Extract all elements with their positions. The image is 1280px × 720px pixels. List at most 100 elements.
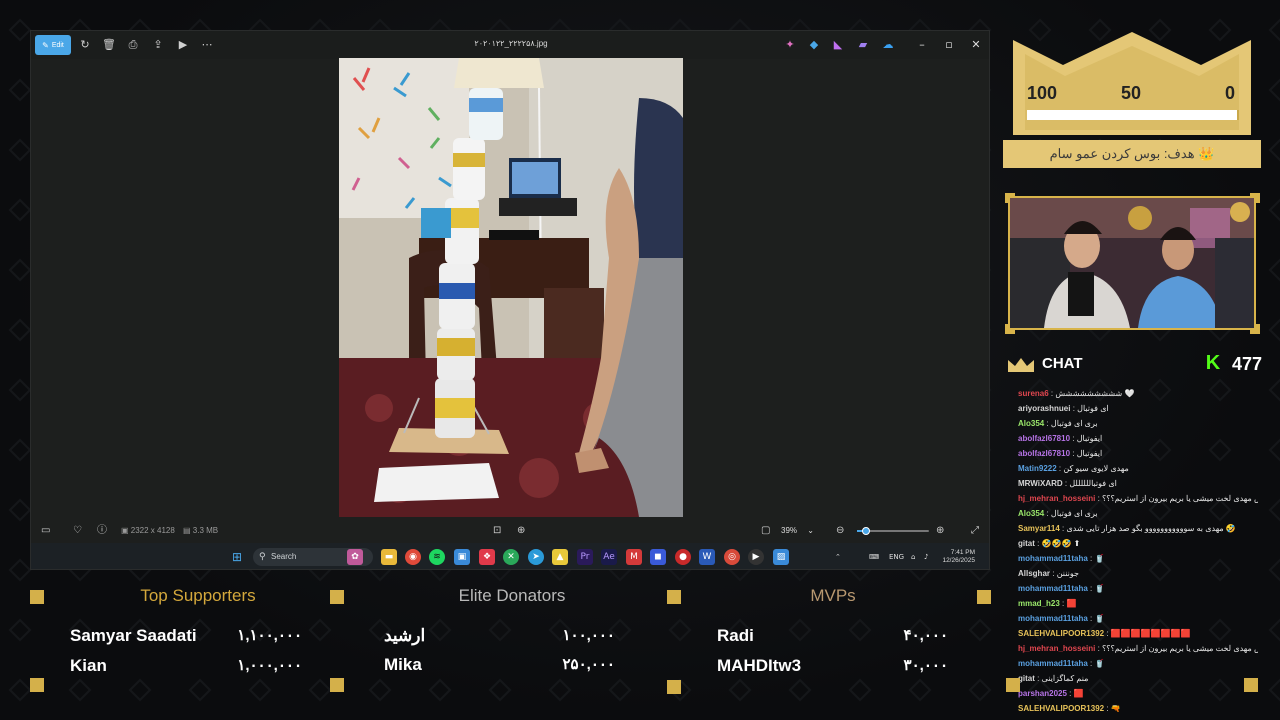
zoom-slider[interactable] [857, 527, 929, 535]
slideshow-icon[interactable]: ▶ [176, 38, 190, 52]
chat-text: بری ای فوتبال [1050, 419, 1098, 428]
telegram-icon[interactable]: ➤ [528, 549, 544, 565]
record-icon[interactable]: ● [675, 549, 691, 565]
designer-icon[interactable]: ◣ [831, 38, 845, 52]
windows-start-icon[interactable]: ⊞ [229, 549, 245, 565]
chat-username[interactable]: SALEHVALIPOOR1392 [1018, 629, 1104, 638]
chrome-alt-icon[interactable]: ◎ [724, 549, 740, 565]
chat-message: mohammad11taha : 🥤 [1018, 656, 1258, 671]
restyle-icon[interactable]: ▰ [856, 38, 870, 52]
copilot-icon[interactable]: ✦ [783, 38, 797, 52]
tray-chevron-icon[interactable]: ⌃ [835, 551, 841, 563]
chat-username[interactable]: parshan2025 [1018, 689, 1067, 698]
chat-separator: : [1034, 539, 1042, 548]
chat-message: Alo354 : بری ای فوتبال [1018, 506, 1258, 521]
edit-button[interactable]: ✎ Edit [35, 35, 71, 55]
chat-header: CHAT K 477 [1006, 352, 1262, 376]
chat-username[interactable]: mohammad11taha [1018, 659, 1088, 668]
chat-username[interactable]: abolfazl67810 [1018, 434, 1070, 443]
chat-text: 🟥 [1073, 689, 1084, 698]
chat-username[interactable]: surena6 [1018, 389, 1049, 398]
face-detect-icon[interactable]: ⊡ [493, 524, 501, 538]
panel-marker [667, 680, 681, 694]
zoom-in-icon[interactable]: ⊕ [936, 524, 944, 538]
share-icon[interactable]: ⇪ [151, 38, 165, 52]
chat-username[interactable]: abolfazl67810 [1018, 449, 1070, 458]
delete-icon[interactable]: 🗑 [102, 38, 116, 52]
chat-username[interactable]: mohammad11taha [1018, 614, 1088, 623]
widget-icon[interactable]: ✿ [347, 549, 363, 565]
maximize-icon[interactable]: ▫ [941, 37, 957, 53]
volume-icon[interactable]: ♪ [924, 551, 928, 563]
app-yellow-icon[interactable]: ▲ [552, 549, 568, 565]
more-options-icon[interactable]: ⋯ [200, 38, 214, 52]
chat-text: ای فوتبال [1077, 404, 1109, 413]
chat-message: SALEHVALIPOOR1392 : 🔫 [1018, 701, 1258, 716]
rotate-icon[interactable]: ↻ [78, 38, 92, 52]
supporter-amount: ۱,۱۰۰,۰۰۰ [237, 627, 302, 644]
xbox-icon[interactable]: ✕ [503, 549, 519, 565]
clock-date: 12/26/2025 [942, 557, 975, 564]
chat-message: surena6 : ششششششششش 🤍 [1018, 386, 1258, 401]
chat-username[interactable]: mohammad11taha [1018, 554, 1088, 563]
panel-marker [667, 590, 681, 604]
chat-username[interactable]: Samyar114 [1018, 524, 1060, 533]
chat-username[interactable]: ariyorashnuei [1018, 404, 1070, 413]
cloud-icon[interactable]: ☁ [881, 38, 895, 52]
app-blue-icon[interactable]: ◼ [650, 549, 666, 565]
network-icon[interactable]: ⌂ [911, 551, 915, 563]
chat-message: mmad_h23 : 🟥 [1018, 596, 1258, 611]
language-indicator[interactable]: ENG [889, 551, 904, 563]
close-icon[interactable]: ✕ [968, 37, 984, 53]
chat-separator: : [1066, 689, 1074, 698]
chrome-icon[interactable]: ◉ [405, 549, 421, 565]
info-icon[interactable]: ⓘ [97, 524, 107, 538]
chat-username[interactable]: MRWiXARD [1018, 479, 1063, 488]
file-explorer-icon[interactable]: ▬ [381, 549, 397, 565]
chat-username[interactable]: gitat [1018, 674, 1035, 683]
erase-icon[interactable]: ◆ [807, 38, 821, 52]
word-icon[interactable]: W [699, 549, 715, 565]
fit-window-icon[interactable]: ▢ [761, 524, 770, 538]
print-icon[interactable]: ⎙ [126, 38, 140, 52]
chat-text: ای فوتباللللللل [1069, 479, 1117, 488]
chat-username[interactable]: Allsghar [1018, 569, 1050, 578]
zoom-out-icon[interactable]: ⊖ [836, 524, 844, 538]
after-effects-icon[interactable]: Ae [601, 549, 617, 565]
chat-username[interactable]: Alo354 [1018, 509, 1044, 518]
chat-username[interactable]: mmad_h23 [1018, 599, 1060, 608]
viewer-count: 477 [1231, 354, 1262, 374]
taskbar-clock[interactable]: 7:41 PM 12/26/2025 [939, 549, 975, 565]
chat-username[interactable]: SALEHVALIPOOR1392 [1018, 704, 1104, 713]
media-player-icon[interactable]: ▶ [748, 549, 764, 565]
chat-message: abolfazl67810 : ایفوتبال [1018, 446, 1258, 461]
keyboard-icon[interactable]: ⌨ [869, 551, 879, 563]
chat-separator: : [1050, 569, 1057, 578]
favorite-icon[interactable]: ♡ [73, 524, 82, 538]
chat-username[interactable]: gitat [1018, 539, 1035, 548]
spotify-icon[interactable]: ≋ [429, 549, 445, 565]
chat-username[interactable]: hj_mehran_hosseini [1018, 644, 1095, 653]
fullscreen-icon[interactable]: ⤢ [971, 524, 979, 538]
chat-username[interactable]: mohammad11taha [1018, 584, 1088, 593]
people-icon[interactable]: ⊕ [517, 524, 525, 538]
chat-text: داش مهدی لخت میشی یا بریم بیرون از استری… [1102, 494, 1258, 503]
chat-text: ایفوتبال [1076, 449, 1103, 458]
zoom-slider-thumb[interactable] [861, 527, 870, 535]
donator-name: Mika [384, 655, 422, 674]
premiere-icon[interactable]: Pr [577, 549, 593, 565]
mega-icon[interactable]: M [626, 549, 642, 565]
app-red-icon[interactable]: ❖ [479, 549, 495, 565]
chat-username[interactable]: hj_mehran_hosseini [1018, 494, 1095, 503]
minimize-icon[interactable]: – [914, 37, 930, 53]
supporter-name: Samyar Saadati [70, 626, 197, 645]
chat-username[interactable]: Alo354 [1018, 419, 1044, 428]
chat-text: 🟥 [1066, 599, 1077, 608]
filmstrip-icon[interactable]: ▭ [41, 524, 50, 538]
chat-message: hj_mehran_hosseini : داش مهدی لخت میشی ی… [1018, 491, 1258, 506]
zoom-select[interactable]: 39% ⌄ [781, 524, 819, 538]
viewer-titlebar: ✎ Edit ↻ 🗑 ⎙ ⇪ ▶ ⋯ ۲۰۲۰۱۲۲_۲۲۲۲۵۸.jpg ✦ … [31, 31, 989, 59]
app-icon[interactable]: ▣ [454, 549, 470, 565]
chat-username[interactable]: Matin9222 [1018, 464, 1057, 473]
photos-icon[interactable]: ▨ [773, 549, 789, 565]
